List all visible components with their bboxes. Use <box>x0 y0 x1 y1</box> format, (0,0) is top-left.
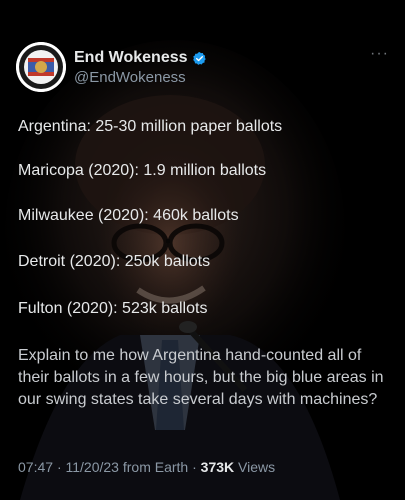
views-count[interactable]: 373K <box>201 459 234 475</box>
display-name[interactable]: End Wokeness <box>74 48 207 68</box>
avatar[interactable] <box>16 42 66 92</box>
tweet-time[interactable]: 07:47 <box>18 459 53 475</box>
verified-badge-icon <box>192 51 206 65</box>
tweet-line: Milwaukee (2020): 460k ballots <box>18 207 239 224</box>
views-label: Views <box>238 459 276 475</box>
tweet-line: Detroit (2020): 250k ballots <box>18 253 211 270</box>
account-names: End Wokeness @EndWokeness <box>74 48 207 88</box>
tweet-date[interactable]: 11/20/23 <box>66 459 119 475</box>
tweet-line: Maricopa (2020): 1.9 million ballots <box>18 162 267 179</box>
tweet-card: End Wokeness @EndWokeness ··· Argentina:… <box>0 0 405 500</box>
tweet-line: Argentina: 25-30 million paper ballots <box>18 118 283 135</box>
tweet-header: End Wokeness @EndWokeness ··· <box>16 38 389 94</box>
meta-separator: · <box>192 459 197 475</box>
meta-separator: · <box>56 459 62 475</box>
display-name-text: End Wokeness <box>74 49 188 66</box>
tweet-source: from Earth <box>122 459 189 475</box>
tweet-meta: 07:47 · 11/20/23 from Earth · 373K Views <box>18 458 275 476</box>
tweet-line: Fulton (2020): 523k ballots <box>18 300 208 317</box>
more-options-icon[interactable]: ··· <box>370 46 389 62</box>
avatar-badge-icon <box>16 42 66 92</box>
tweet-question: Explain to me how Argentina hand-counted… <box>18 347 384 408</box>
account-handle[interactable]: @EndWokeness <box>74 68 207 88</box>
